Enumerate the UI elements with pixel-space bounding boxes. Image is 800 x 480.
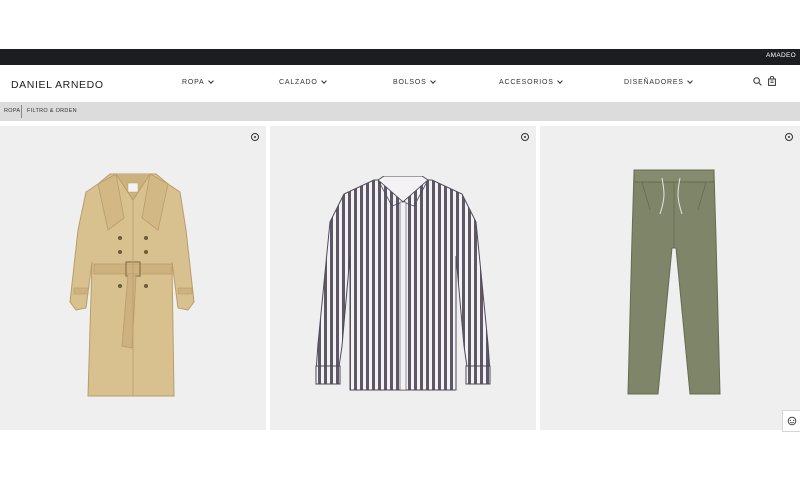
breadcrumb[interactable]: ROPA <box>4 108 20 114</box>
nav-item-disenadores[interactable]: DISEÑADORES <box>624 78 693 86</box>
nav-item-label: ACCESORIOS <box>499 79 554 86</box>
chat-icon <box>787 416 796 426</box>
nav-item-label: ROPA <box>182 79 205 86</box>
account-link[interactable]: AMADEO <box>766 52 796 59</box>
chevron-down-icon <box>556 78 563 84</box>
favorite-icon[interactable] <box>521 133 529 141</box>
nav-item-label: BOLSOS <box>393 79 427 86</box>
nav-item-bolsos[interactable]: BOLSOS <box>393 78 436 86</box>
shopping-bag-icon[interactable] <box>768 76 776 86</box>
chevron-down-icon <box>207 78 214 84</box>
product-card[interactable] <box>270 126 536 430</box>
chevron-down-icon <box>686 78 693 84</box>
nav-item-ropa[interactable]: ROPA <box>182 78 214 86</box>
product-card[interactable] <box>540 126 800 430</box>
olive-trousers-image <box>627 169 721 395</box>
breadcrumb-divider <box>21 105 22 118</box>
search-icon[interactable] <box>753 76 762 86</box>
favorite-icon[interactable] <box>785 133 793 141</box>
brand-logo[interactable]: DANIEL ARNEDO <box>11 79 104 91</box>
top-blank-band <box>0 0 800 49</box>
filter-bar: ROPA FILTRO & ORDEN <box>0 102 800 121</box>
header-actions <box>753 76 776 86</box>
chevron-down-icon <box>429 78 436 84</box>
top-utility-bar: AMADEO <box>0 49 800 65</box>
site-header: DANIEL ARNEDO ROPA CALZADO BOLSOS ACCESO… <box>0 65 800 102</box>
striped-shirt-image <box>315 176 491 391</box>
product-card[interactable] <box>0 126 266 430</box>
nav-item-accesorios[interactable]: ACCESORIOS <box>499 78 563 86</box>
nav-item-label: DISEÑADORES <box>624 79 684 86</box>
filter-sort-button[interactable]: FILTRO & ORDEN <box>27 108 77 114</box>
nav-item-label: CALZADO <box>279 79 318 86</box>
trench-coat-image <box>69 173 195 397</box>
chevron-down-icon <box>320 78 327 84</box>
nav-item-calzado[interactable]: CALZADO <box>279 78 327 86</box>
chat-widget-button[interactable] <box>782 410 800 432</box>
favorite-icon[interactable] <box>251 133 259 141</box>
